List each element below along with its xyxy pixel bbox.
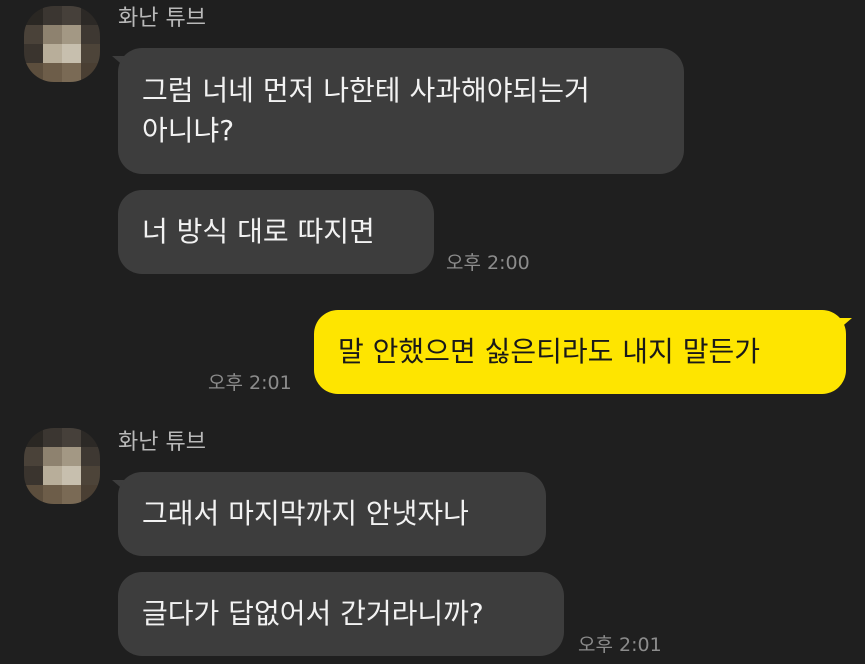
timestamp: 오후 2:01 [578, 634, 662, 656]
message-bubble[interactable]: 글다가 답없어서 간거라니까? [118, 572, 564, 656]
message-text: 그래서 마지막까지 안냇자나 [142, 497, 469, 530]
timestamp: 오후 2:00 [446, 252, 530, 274]
message-text: 너 방식 대로 따지면 [142, 215, 375, 248]
timestamp: 오후 2:01 [208, 372, 292, 394]
message-text: 글다가 답없어서 간거라니까? [142, 597, 484, 630]
message-text: 말 안했으면 싫은티라도 내지 말든가 [338, 335, 761, 368]
avatar[interactable] [24, 6, 100, 82]
sender-name: 화난 튜브 [118, 6, 206, 31]
message-bubble-outgoing[interactable]: 말 안했으면 싫은티라도 내지 말든가 [314, 310, 846, 394]
avatar[interactable] [24, 428, 100, 504]
sender-name: 화난 튜브 [118, 430, 206, 455]
chat-room: 화난 튜브 그럼 너네 먼저 나한테 사과해야되는거 아니냐? 너 방식 대로 … [0, 0, 865, 664]
message-text: 그럼 너네 먼저 나한테 사과해야되는거 [142, 74, 590, 107]
message-bubble[interactable]: 그럼 너네 먼저 나한테 사과해야되는거 아니냐? [118, 48, 684, 174]
message-text: 아니냐? [142, 114, 235, 147]
message-bubble[interactable]: 너 방식 대로 따지면 [118, 190, 434, 274]
bubble-tail [838, 318, 852, 330]
message-bubble[interactable]: 그래서 마지막까지 안냇자나 [118, 472, 546, 556]
